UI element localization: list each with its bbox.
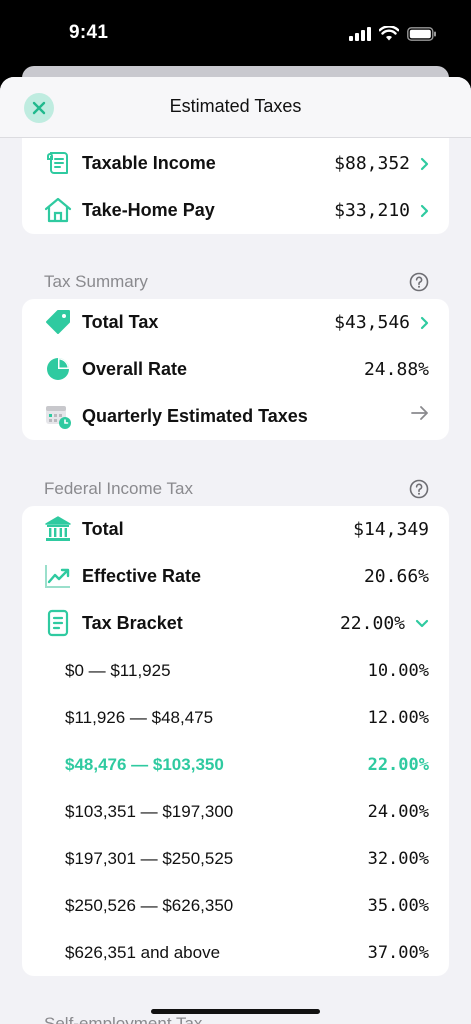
chevron-down-icon	[415, 619, 429, 629]
tax-summary-card: Total Tax $43,546 Overall Rate 24.88% Qu…	[22, 299, 449, 440]
bracket-rate: 35.00%	[367, 896, 429, 916]
trend-chart-icon	[43, 561, 73, 591]
taxable-income-amount: $88,352	[334, 153, 410, 174]
effective-rate-value: 20.66%	[363, 566, 429, 587]
bank-icon	[43, 514, 73, 544]
tax-bracket-label: Tax Bracket	[82, 613, 183, 633]
chevron-right-icon	[420, 204, 429, 218]
bracket-rate: 24.00%	[367, 802, 429, 822]
total-tax-label: Total Tax	[82, 312, 159, 332]
total-tax-value: $43,546	[334, 312, 429, 333]
home-icon	[43, 195, 73, 225]
overall-rate-label: Overall Rate	[82, 359, 188, 379]
status-icons	[349, 26, 437, 41]
take-home-pay-amount: $33,210	[334, 200, 410, 221]
tax-summary-header: Tax Summary	[44, 272, 148, 291]
bracket-row: $626,351 and above 37.00%	[22, 929, 449, 976]
signal-icon	[349, 26, 371, 41]
receipt-icon	[43, 148, 73, 178]
take-home-pay-row[interactable]: Take-Home Pay $33,210	[22, 187, 449, 234]
bracket-range: $48,476 — $103,350	[65, 755, 224, 774]
wifi-icon	[379, 26, 399, 41]
bracket-rate: 37.00%	[367, 943, 429, 963]
bracket-range: $250,526 — $626,350	[65, 896, 234, 915]
federal-income-tax-card: Total $14,349 Effective Rate 20.66% Tax …	[22, 506, 449, 976]
home-indicator	[151, 1009, 320, 1014]
bracket-row: $0 — $11,925 10.00%	[22, 647, 449, 694]
bracket-row: $11,926 — $48,475 12.00%	[22, 694, 449, 741]
bracket-range: $197,301 — $250,525	[65, 849, 234, 868]
taxable-income-row[interactable]: Taxable Income $88,352	[22, 140, 449, 187]
quarterly-estimated-taxes-label: Quarterly Estimated Taxes	[82, 406, 308, 426]
federal-income-tax-header: Federal Income Tax	[44, 479, 193, 498]
bracket-range: $626,351 and above	[65, 943, 221, 962]
bracket-row: $250,526 — $626,350 35.00%	[22, 882, 449, 929]
bracket-range: $103,351 — $197,300	[65, 802, 234, 821]
bracket-row-current: $48,476 — $103,350 22.00%	[22, 741, 449, 788]
federal-total-row: Total $14,349	[22, 506, 449, 553]
bracket-rate: 32.00%	[367, 849, 429, 869]
overall-rate-row: Overall Rate 24.88%	[22, 346, 449, 393]
quarterly-estimated-taxes-value	[411, 406, 429, 420]
tax-bracket-row[interactable]: Tax Bracket 22.00%	[22, 600, 449, 647]
tax-bracket-value: 22.00%	[340, 613, 429, 634]
overall-rate-value: 24.88%	[363, 359, 429, 380]
bracket-rate: 12.00%	[367, 708, 429, 728]
taxable-income-label: Taxable Income	[82, 153, 216, 173]
battery-icon	[407, 26, 436, 41]
help-icon[interactable]	[409, 479, 429, 499]
status-bar: 9:41	[0, 0, 471, 66]
total-tax-amount: $43,546	[334, 312, 410, 333]
tax-bracket-rate: 22.00%	[339, 613, 405, 634]
federal-total-value: $14,349	[353, 519, 429, 540]
status-time: 9:41	[69, 22, 109, 43]
page-title: Estimated Taxes	[169, 96, 302, 116]
estimated-taxes-sheet: Estimated Taxes Taxable Income $88,352 T…	[0, 77, 471, 1024]
self-employment-tax-header: Self-employment Tax	[44, 1014, 203, 1024]
bracket-row: $197,301 — $250,525 32.00%	[22, 835, 449, 882]
federal-total-label: Total	[82, 519, 124, 539]
chevron-right-icon	[420, 316, 429, 330]
tag-icon	[43, 307, 73, 337]
take-home-pay-value: $33,210	[334, 200, 429, 221]
nav-bar: Estimated Taxes	[0, 77, 471, 138]
bracket-range: $11,926 — $48,475	[65, 708, 214, 727]
document-icon	[43, 608, 73, 638]
pie-chart-icon	[43, 354, 73, 384]
arrow-right-icon	[411, 406, 428, 420]
total-tax-row[interactable]: Total Tax $43,546	[22, 299, 449, 346]
bracket-range: $0 — $11,925	[65, 661, 171, 680]
bracket-rate: 22.00%	[367, 755, 429, 775]
bracket-row: $103,351 — $197,300 24.00%	[22, 788, 449, 835]
take-home-pay-label: Take-Home Pay	[82, 200, 215, 220]
quarterly-estimated-taxes-row[interactable]: Quarterly Estimated Taxes	[22, 393, 449, 440]
bracket-rate: 10.00%	[367, 661, 429, 681]
help-icon[interactable]	[409, 272, 429, 292]
calendar-clock-icon	[43, 401, 73, 431]
taxable-income-value: $88,352	[334, 153, 429, 174]
effective-rate-row: Effective Rate 20.66%	[22, 553, 449, 600]
effective-rate-label: Effective Rate	[82, 566, 202, 586]
chevron-right-icon	[420, 157, 429, 171]
